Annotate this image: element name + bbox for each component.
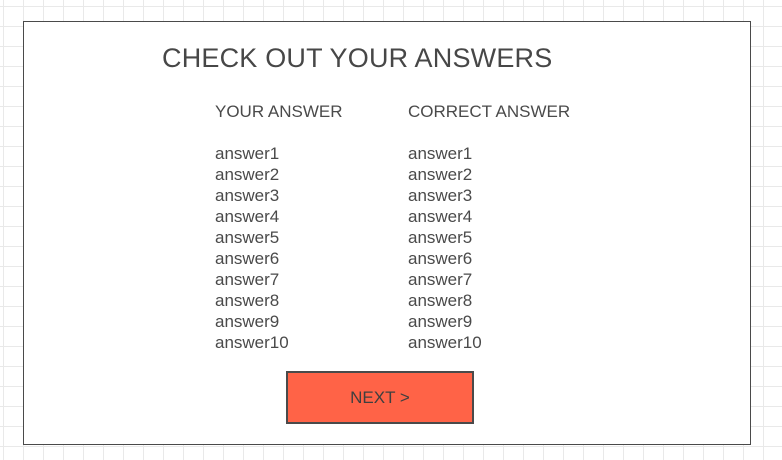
- your-answer-item: answer7: [215, 270, 280, 289]
- your-answer-item: answer2: [215, 165, 280, 184]
- correct-answer-item: answer6: [408, 249, 473, 268]
- correct-answer-item: answer4: [408, 207, 473, 226]
- results-panel: CHECK OUT YOUR ANSWERS YOUR ANSWER answe…: [23, 21, 751, 445]
- your-answer-item: answer10: [215, 333, 289, 352]
- your-answer-item: answer8: [215, 291, 280, 310]
- correct-answer-item: answer3: [408, 186, 473, 205]
- correct-answer-item: answer9: [408, 312, 473, 331]
- your-answer-column: YOUR ANSWER answer1 answer2 answer3 answ…: [215, 101, 415, 353]
- your-answer-item: answer3: [215, 186, 280, 205]
- correct-answer-item: answer5: [408, 228, 473, 247]
- your-answer-header: YOUR ANSWER: [215, 102, 343, 121]
- correct-answer-column: CORRECT ANSWER answer1 answer2 answer3 a…: [408, 101, 608, 353]
- correct-answer-item: answer2: [408, 165, 473, 184]
- correct-answer-item: answer7: [408, 270, 473, 289]
- page-title: CHECK OUT YOUR ANSWERS: [162, 43, 553, 73]
- correct-answer-item: answer8: [408, 291, 473, 310]
- your-answer-item: answer5: [215, 228, 280, 247]
- your-answer-item: answer1: [215, 144, 280, 163]
- correct-answer-item: answer1: [408, 144, 473, 163]
- next-button[interactable]: NEXT >: [286, 371, 474, 424]
- correct-answer-list: answer1 answer2 answer3 answer4 answer5 …: [408, 143, 608, 353]
- your-answer-item: answer4: [215, 207, 280, 226]
- your-answer-item: answer6: [215, 249, 280, 268]
- your-answer-list: answer1 answer2 answer3 answer4 answer5 …: [215, 143, 415, 353]
- correct-answer-header: CORRECT ANSWER: [408, 102, 571, 121]
- correct-answer-item: answer10: [408, 333, 482, 352]
- your-answer-item: answer9: [215, 312, 280, 331]
